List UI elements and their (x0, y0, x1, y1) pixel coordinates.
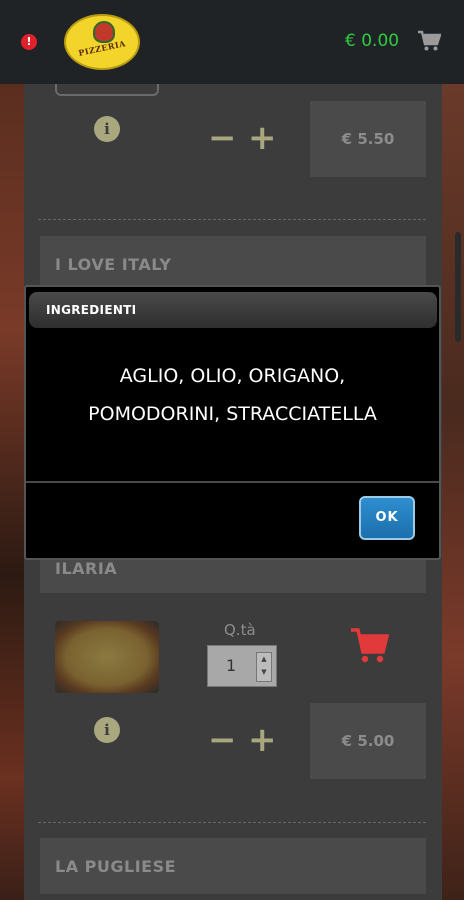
background-photo-left (0, 84, 24, 900)
background-photo-right (442, 84, 464, 900)
spin-arrows-icon[interactable]: ▲ ▼ (256, 652, 272, 682)
product-name: LA PUGLIESE (55, 857, 177, 876)
divider (38, 822, 426, 823)
dialog-title-bar[interactable]: INGREDIENTI (29, 292, 437, 328)
quantity-label: Q.tà (224, 621, 256, 639)
ingredients-dialog: INGREDIENTI AGLIO, OLIO, ORIGANO, POMODO… (24, 285, 441, 560)
dialog-title: INGREDIENTI (46, 303, 137, 317)
decrease-button[interactable]: − (208, 723, 237, 757)
add-to-cart-icon[interactable] (349, 627, 389, 665)
product-name: ILARIA (55, 559, 118, 578)
ingredients-text: AGLIO, OLIO, ORIGANO, POMODORINI, STRACC… (46, 357, 419, 433)
increase-button[interactable]: + (248, 121, 277, 155)
alert-icon[interactable]: ! (21, 34, 37, 50)
pizzeria-logo[interactable]: PIZZERIA (64, 14, 140, 70)
dialog-divider (26, 481, 439, 483)
cart-icon[interactable] (417, 30, 441, 52)
product-header[interactable]: I LOVE ITALY (40, 236, 426, 292)
info-icon[interactable]: i (94, 116, 120, 142)
info-icon[interactable]: i (94, 717, 120, 743)
product-image (55, 84, 159, 96)
ingredients-line: AGLIO, OLIO, ORIGANO, (119, 365, 346, 387)
price-box: € 5.00 (310, 703, 426, 779)
product-image (55, 621, 159, 693)
scrollbar[interactable] (455, 232, 461, 342)
ok-button[interactable]: OK (359, 496, 415, 540)
divider (38, 219, 426, 220)
product-name: I LOVE ITALY (55, 255, 172, 274)
increase-button[interactable]: + (248, 723, 277, 757)
top-bar: ! PIZZERIA € 0.00 (0, 0, 464, 84)
cart-total: € 0.00 (345, 31, 400, 51)
quantity-value: 1 (226, 656, 237, 675)
product-header[interactable]: LA PUGLIESE (40, 838, 426, 894)
price-box: € 5.50 (310, 101, 426, 177)
decrease-button[interactable]: − (208, 121, 237, 155)
quantity-stepper[interactable]: 1 ▲ ▼ (207, 645, 277, 687)
ingredients-line: POMODORINI, STRACCIATELLA (88, 403, 377, 425)
